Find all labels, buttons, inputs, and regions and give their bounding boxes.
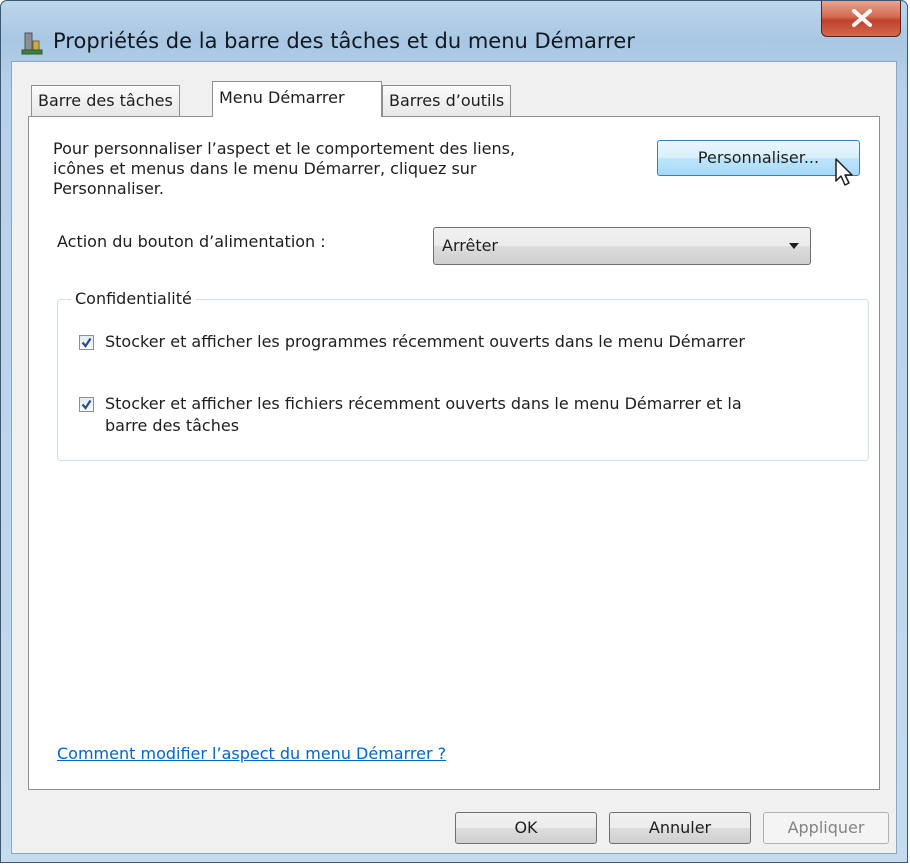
recent-files-label-line2[interactable]: barre des tâches	[105, 416, 239, 436]
chevron-down-icon	[789, 243, 799, 249]
customize-button[interactable]: Personnaliser...	[657, 140, 860, 176]
recent-files-checkbox[interactable]	[79, 397, 94, 412]
help-link[interactable]: Comment modifier l’aspect du menu Démarr…	[57, 744, 446, 763]
power-action-dropdown[interactable]: Arrêter	[433, 227, 811, 265]
recent-programs-checkbox[interactable]	[79, 335, 94, 350]
mouse-cursor-icon	[835, 158, 853, 186]
privacy-group-title: Confidentialité	[71, 289, 196, 309]
tab-menu-demarrer[interactable]: Menu Démarrer	[212, 81, 382, 117]
taskbar-app-icon	[21, 32, 43, 55]
customize-description-line2: icônes et menus dans le menu Démarrer, c…	[53, 159, 477, 178]
recent-programs-label[interactable]: Stocker et afficher les programmes récem…	[105, 332, 745, 352]
checkmark-icon	[81, 399, 92, 410]
customize-description-line3: Personnaliser.	[53, 179, 164, 198]
checkmark-icon	[81, 337, 92, 348]
cancel-button[interactable]: Annuler	[609, 812, 751, 844]
customize-description-line1: Pour personnaliser l’aspect et le compor…	[53, 139, 516, 158]
apply-button[interactable]: Appliquer	[763, 812, 889, 844]
power-action-selected: Arrêter	[442, 236, 499, 255]
privacy-group	[57, 299, 869, 461]
close-button[interactable]	[821, 1, 901, 37]
dialog-client-area: Barre des tâches Menu Démarrer Barres d’…	[11, 61, 897, 854]
ok-button[interactable]: OK	[455, 812, 597, 844]
recent-files-label-line1[interactable]: Stocker et afficher les fichiers récemme…	[105, 394, 742, 414]
dialog-window: Propriétés de la barre des tâches et du …	[0, 0, 908, 863]
title-bar[interactable]: Propriétés de la barre des tâches et du …	[1, 1, 907, 61]
tab-barre-des-taches[interactable]: Barre des tâches	[31, 85, 180, 117]
tab-barres-d-outils[interactable]: Barres d’outils	[382, 85, 512, 117]
tab-pane-menu-demarrer: Pour personnaliser l’aspect et le compor…	[28, 116, 880, 790]
close-icon	[852, 9, 872, 27]
window-title: Propriétés de la barre des tâches et du …	[53, 29, 635, 53]
power-action-label: Action du bouton d’alimentation :	[57, 232, 326, 251]
